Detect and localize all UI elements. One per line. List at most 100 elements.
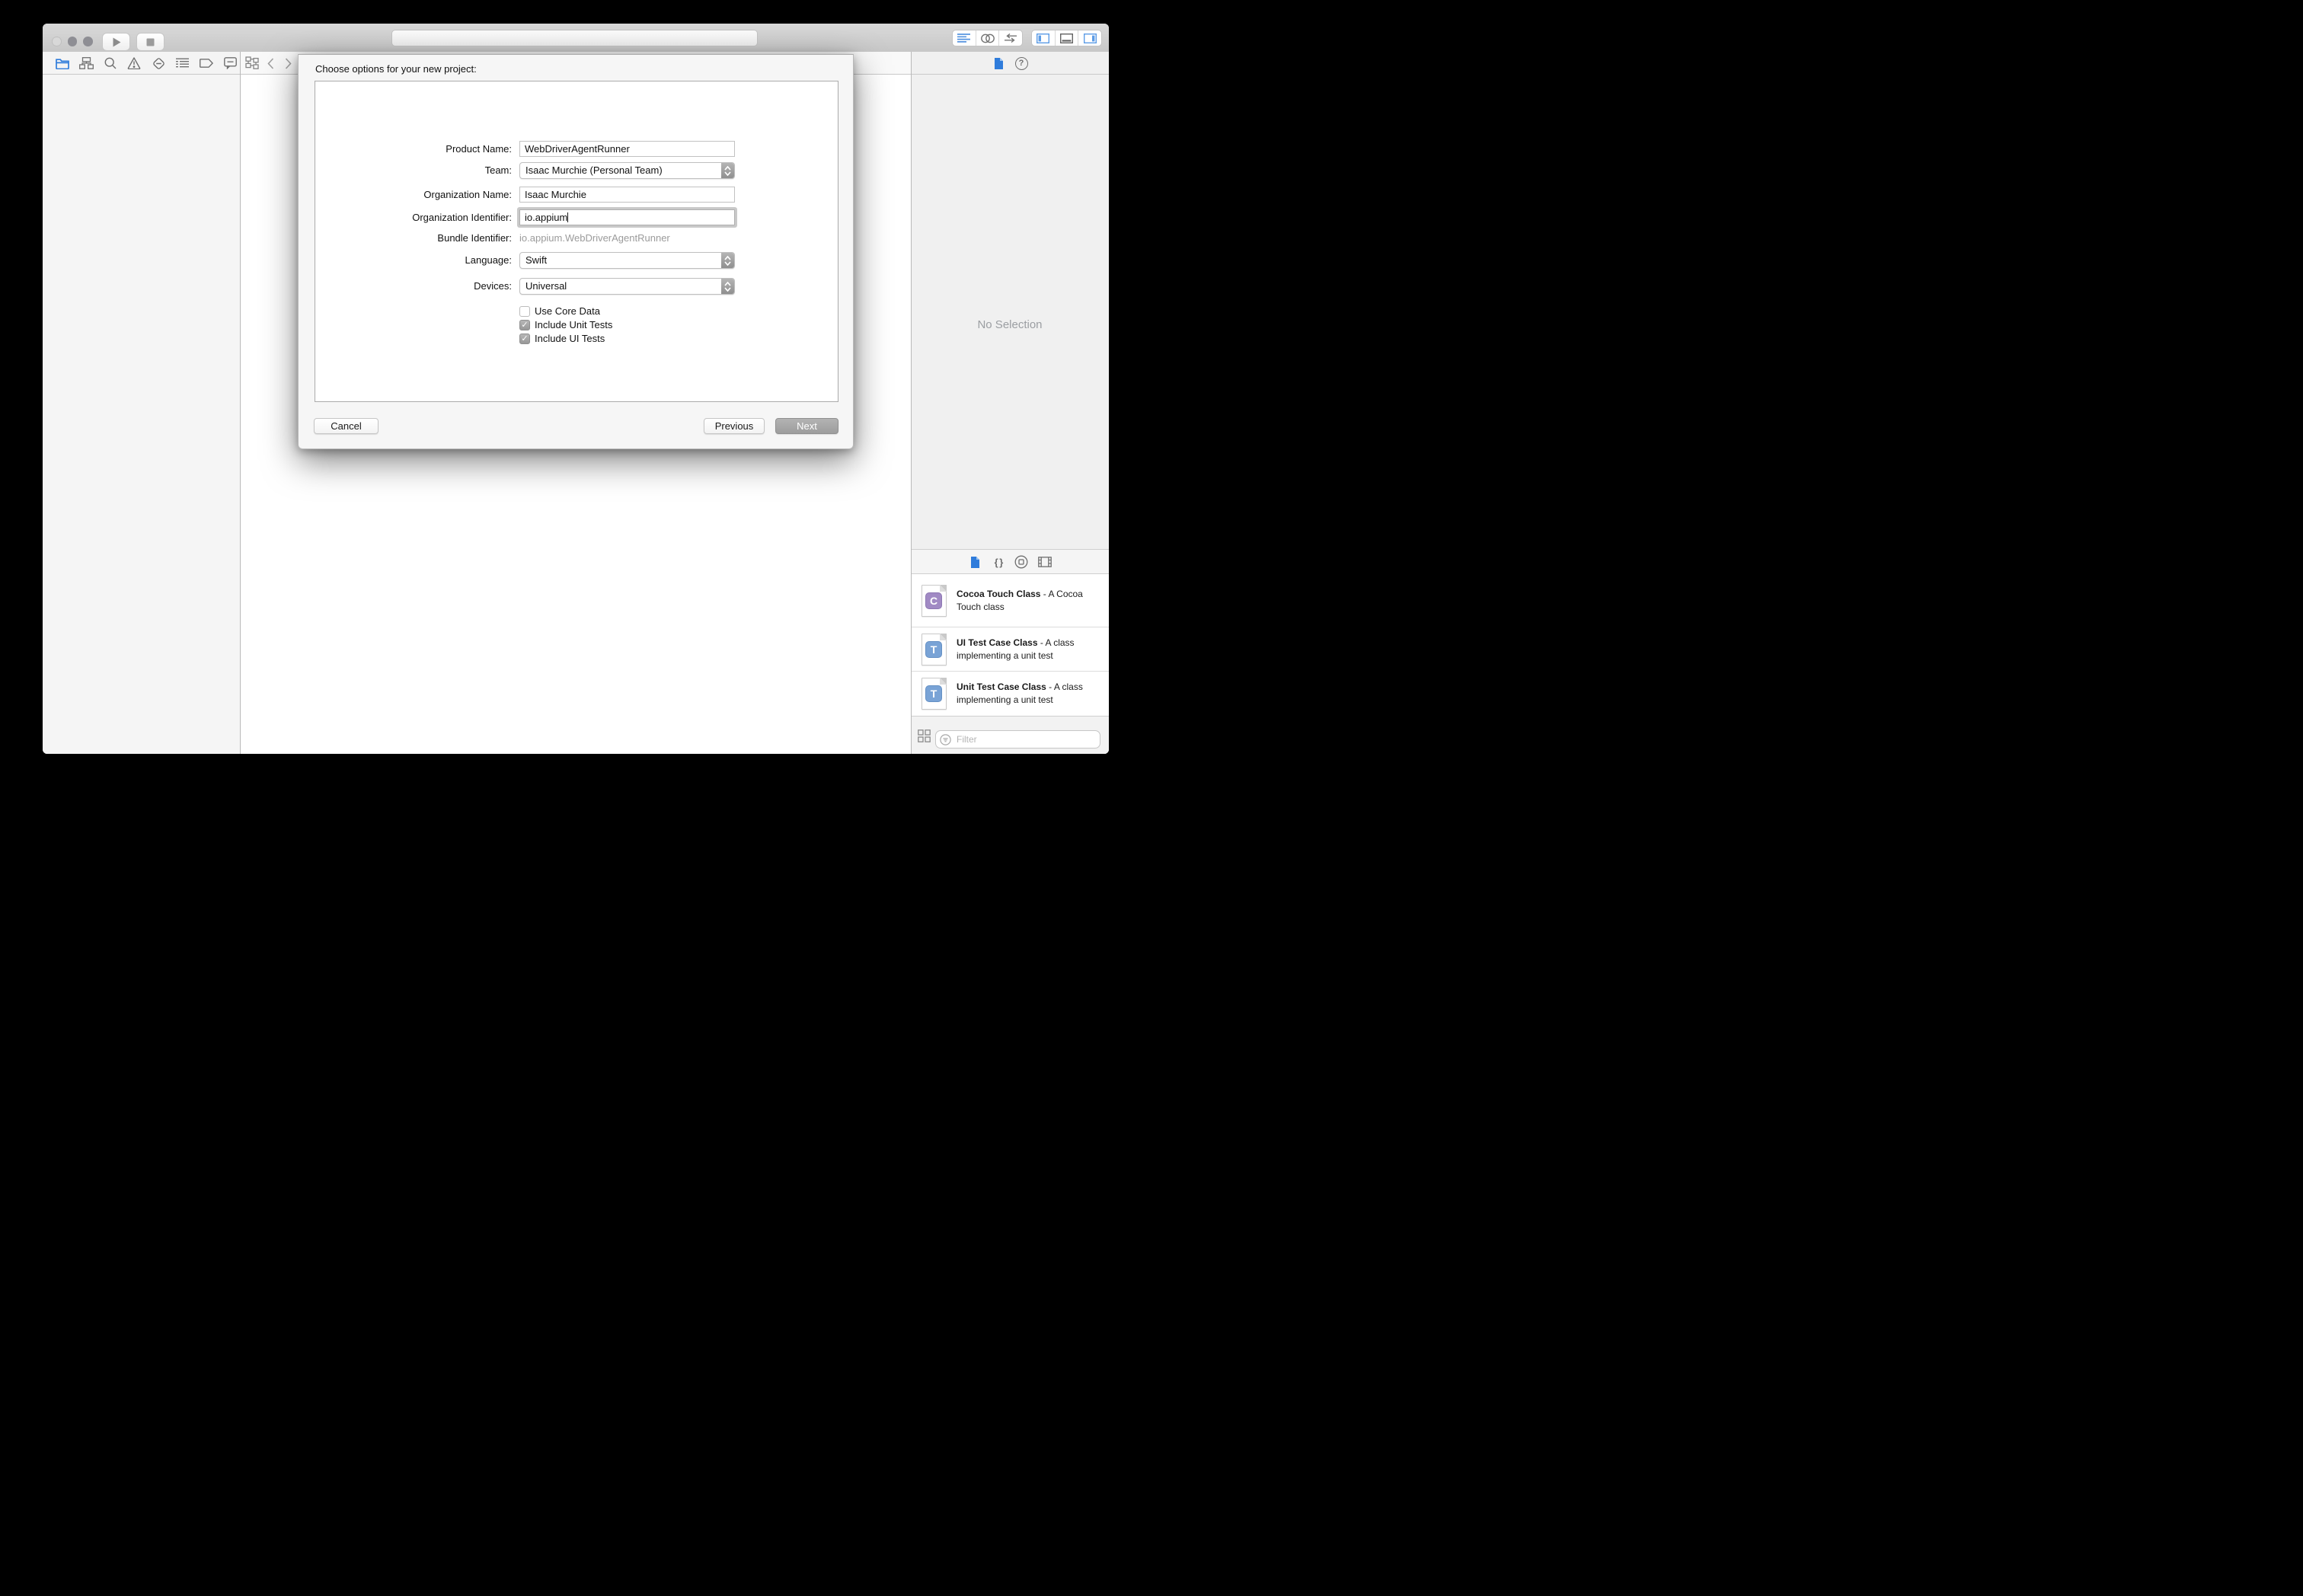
symbols-icon [78, 57, 94, 69]
include-unit-tests-checkbox[interactable]: ✓ [519, 319, 530, 330]
inspector-tab-bar [911, 52, 1109, 74]
organization-identifier-field[interactable]: io.appium [519, 209, 735, 225]
editor-mode-segmented-control [952, 30, 1023, 46]
class-badge: C [925, 592, 942, 609]
library-filter-field[interactable] [935, 730, 1100, 749]
toggle-debug-area-button[interactable] [1056, 30, 1079, 46]
tab-debug-navigator[interactable] [174, 56, 190, 71]
use-core-data-label: Use Core Data [535, 305, 600, 317]
left-panel-icon [1037, 33, 1050, 43]
search-icon [104, 57, 117, 69]
tab-media-library[interactable] [1037, 554, 1052, 570]
toggle-utilities-panel-button[interactable] [1078, 30, 1101, 46]
devices-label: Devices: [474, 280, 512, 292]
tab-test-navigator[interactable] [150, 56, 167, 71]
cancel-button[interactable]: Cancel [314, 418, 379, 434]
speech-bubble-icon [223, 57, 237, 69]
tab-symbol-navigator[interactable] [78, 56, 94, 71]
library-filter-bar [912, 716, 1109, 754]
next-button[interactable]: Next [775, 418, 838, 434]
language-label: Language: [465, 254, 512, 266]
use-core-data-checkbox[interactable] [519, 305, 530, 317]
include-ui-tests-checkbox[interactable]: ✓ [519, 333, 530, 344]
bundle-identifier-label: Bundle Identifier: [437, 232, 512, 244]
grid-view-icon[interactable] [918, 729, 931, 742]
tab-file-inspector[interactable] [990, 56, 1007, 71]
include-unit-tests-row: ✓ Include Unit Tests [519, 319, 612, 330]
stepper-icon [721, 253, 734, 268]
tab-project-navigator[interactable] [54, 56, 71, 71]
devices-popup[interactable]: Universal [519, 278, 735, 295]
new-project-options-sheet: Choose options for your new project: Pro… [298, 54, 854, 449]
standard-editor-button[interactable] [953, 30, 976, 46]
stepper-icon [721, 163, 734, 178]
tab-code-snippet-library[interactable]: { } [991, 554, 1006, 570]
language-popup[interactable]: Swift [519, 252, 735, 269]
help-icon: ? [1014, 56, 1028, 70]
library-item-text: Cocoa Touch Class - A Cocoa Touch class [957, 588, 1083, 612]
team-popup-value: Isaac Murchie (Personal Team) [525, 164, 663, 176]
related-items-grid-icon [245, 56, 259, 70]
diamond-minus-icon [152, 57, 165, 70]
file-template-thumbnail: C [922, 584, 947, 617]
jump-forward-button[interactable] [279, 56, 296, 71]
library-item-cocoa-touch-class[interactable]: C Cocoa Touch Class - A Cocoa Touch clas… [912, 574, 1109, 627]
tab-quick-help-inspector[interactable]: ? [1013, 56, 1030, 71]
stepper-icon [721, 279, 734, 294]
organization-identifier-value: io.appium [525, 212, 568, 223]
class-badge: T [925, 640, 942, 658]
version-editor-icon [1004, 34, 1017, 43]
tab-object-library[interactable] [1014, 554, 1029, 570]
panel-toggle-segmented-control [1031, 30, 1102, 46]
tab-find-navigator[interactable] [102, 56, 119, 71]
product-name-label: Product Name: [446, 143, 512, 155]
organization-name-label: Organization Name: [423, 189, 512, 200]
navigator-divider[interactable] [240, 52, 241, 754]
file-template-thumbnail: T [922, 678, 947, 710]
sheet-title: Choose options for your new project: [315, 63, 477, 75]
folder-icon [56, 58, 69, 69]
right-panel-icon [1083, 33, 1097, 43]
product-name-field[interactable]: WebDriverAgentRunner [519, 141, 735, 157]
tab-breakpoint-navigator[interactable] [198, 56, 215, 71]
tab-issue-navigator[interactable] [126, 56, 142, 71]
language-popup-value: Swift [525, 254, 548, 266]
stop-button[interactable] [136, 33, 164, 51]
tab-report-navigator[interactable] [222, 56, 238, 71]
film-strip-icon [1038, 557, 1052, 567]
library-list: C Cocoa Touch Class - A Cocoa Touch clas… [912, 574, 1109, 716]
team-popup[interactable]: Isaac Murchie (Personal Team) [519, 162, 735, 179]
include-ui-tests-row: ✓ Include UI Tests [519, 333, 605, 344]
assistant-editor-button[interactable] [976, 30, 1000, 46]
team-label: Team: [484, 164, 512, 176]
warning-triangle-icon [127, 57, 141, 69]
window-toolbar [43, 24, 1109, 53]
xcode-window: ? No Selection { } C Cocoa Touch Class -… [43, 24, 1109, 754]
jump-back-button[interactable] [262, 56, 279, 71]
stop-icon [146, 38, 155, 46]
run-button[interactable] [102, 33, 130, 51]
previous-button[interactable]: Previous [704, 418, 765, 434]
play-icon [112, 37, 121, 47]
related-items-button[interactable] [244, 56, 260, 71]
tab-file-template-library[interactable] [967, 554, 982, 570]
library-item-unit-test-case-class[interactable]: T Unit Test Case Class - A class impleme… [912, 672, 1109, 716]
filter-input[interactable] [955, 733, 1080, 745]
navigator-pane [43, 75, 240, 754]
file-inspector-icon [994, 57, 1004, 70]
toggle-navigator-panel-button[interactable] [1032, 30, 1056, 46]
minimize-window-button[interactable] [67, 37, 77, 46]
devices-popup-value: Universal [525, 280, 567, 292]
close-window-button[interactable] [52, 37, 62, 46]
version-editor-button[interactable] [999, 30, 1022, 46]
activity-status-view [391, 30, 758, 46]
zoom-window-button[interactable] [83, 37, 93, 46]
include-unit-tests-label: Include Unit Tests [535, 319, 613, 330]
organization-name-field[interactable]: Isaac Murchie [519, 187, 735, 203]
include-ui-tests-label: Include UI Tests [535, 333, 605, 344]
breakpoint-tag-icon [200, 59, 213, 68]
library-item-text: Unit Test Case Class - A class implement… [957, 681, 1083, 705]
standard-editor-icon [957, 33, 971, 43]
text-caret [567, 212, 569, 222]
library-item-ui-test-case-class[interactable]: T UI Test Case Class - A class implement… [912, 627, 1109, 672]
